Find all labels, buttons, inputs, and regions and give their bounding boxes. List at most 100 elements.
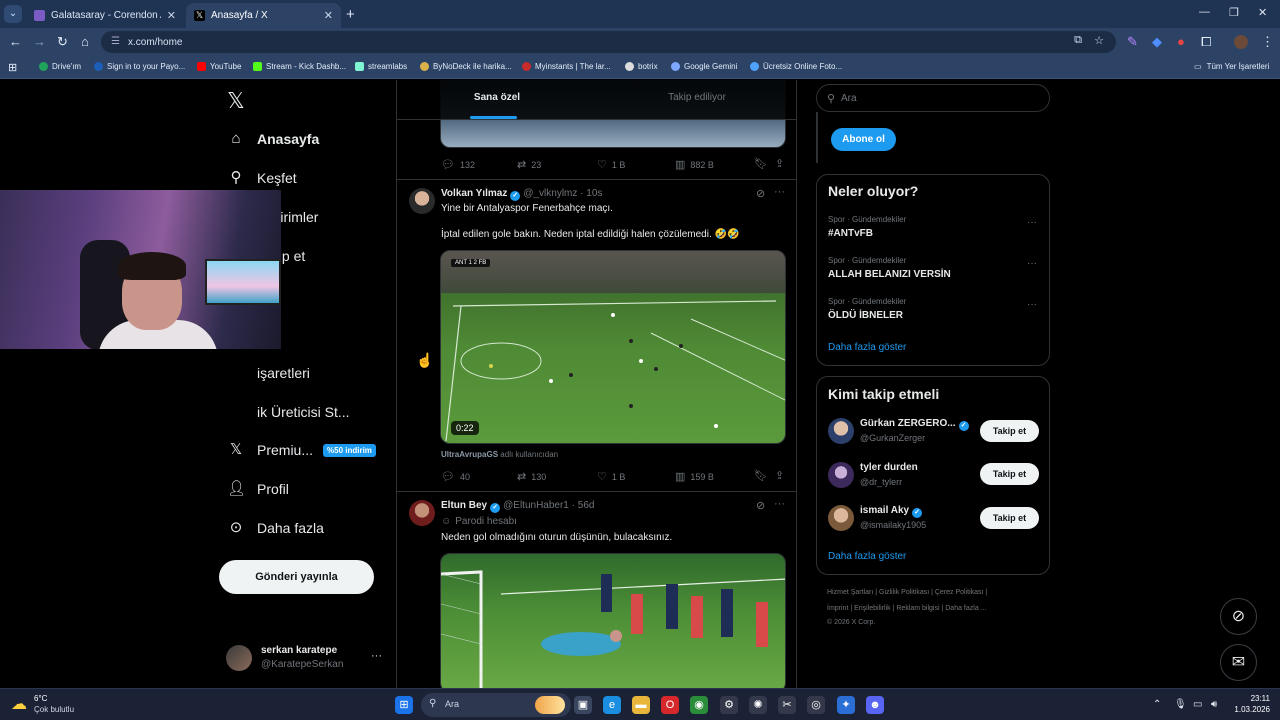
follow-button[interactable]: Takip et [980,463,1039,485]
nav-bookmarks[interactable]: işaretleri [227,364,310,382]
trend-more-icon[interactable]: ··· [1027,217,1037,228]
reply-button[interactable]: 💬︎ 132 [441,158,475,171]
tray-chevron-icon[interactable]: ⌃ [1153,699,1161,710]
subscribe-button[interactable]: Abone ol [831,128,896,151]
trends-show-more[interactable]: Daha fazla göster [828,342,906,353]
bookmark-item[interactable]: YouTube [197,62,241,71]
taskbar-search[interactable]: ⚲ Ara [421,693,571,717]
suggestion-name[interactable]: Gürkan ZERGERO... ✓ [860,418,972,431]
microphone-icon[interactable]: 🎙︎ [1174,699,1187,710]
bookmark-button[interactable]: 🔖︎ [754,157,773,170]
nav-profile[interactable]: 👤︎ Profil [227,480,289,498]
post-button[interactable]: Gönderi yayınla [219,560,374,594]
apps-grid-icon[interactable]: ⊞ [8,61,17,74]
app-icon[interactable]: ✦ [837,696,855,714]
like-button[interactable]: ♡ 1 B [597,158,625,171]
bookmark-item[interactable]: Ücretsiz Online Foto... [750,62,842,71]
bookmark-item[interactable]: Drive'ım [39,62,81,71]
post-image[interactable] [440,553,786,688]
x-logo-icon[interactable]: 𝕏 [227,88,245,114]
weather-icon[interactable]: ☁ [11,694,27,714]
close-tab-icon[interactable]: ✕ [324,9,333,22]
bookmark-button[interactable]: 🔖︎ [754,469,773,482]
all-bookmarks[interactable]: ▭ Tüm Yer İşaretleri [1194,62,1269,71]
trend-name[interactable]: #ANTvFB [828,228,873,239]
messages-fab-icon[interactable]: ✉ [1220,644,1257,681]
profile-avatar[interactable] [1234,35,1248,49]
display-icon[interactable]: ▭ [1193,699,1202,710]
bookmark-item[interactable]: Sign in to your Payo... [94,62,185,71]
weather-desc[interactable]: Çok bulutlu [34,705,74,714]
file-explorer-icon[interactable]: ▬ [632,696,650,714]
bookmark-item[interactable]: Google Gemini [671,62,737,71]
suggestion-avatar[interactable] [828,418,854,444]
chrome-icon[interactable]: ◉ [690,696,708,714]
like-button[interactable]: ♡ 1 B [597,470,625,483]
reply-button[interactable]: 💬︎ 40 [441,470,470,483]
who-to-follow-show-more[interactable]: Daha fazla göster [828,551,906,562]
share-button[interactable]: ⇪ [775,157,789,170]
trend-name[interactable]: ÖLDÜ İBNELER [828,310,903,321]
menu-kebab-icon[interactable]: ⋮ [1261,34,1274,50]
post-video[interactable]: ANT 1 2 FB 0:22 [440,250,786,444]
suggestion-name[interactable]: tyler durden [860,462,918,473]
new-tab-button[interactable]: + [346,6,355,23]
discord-icon[interactable]: ☻ [866,696,884,714]
bookmark-item[interactable]: ByNoDeck ile harika... [420,62,512,71]
install-app-icon[interactable]: ⧉ [1074,34,1082,47]
bookmark-item[interactable]: Myinstants | The lar... [522,62,611,71]
suggestion-avatar[interactable] [828,462,854,488]
chatgpt-icon[interactable]: ✺ [749,696,767,714]
nav-explore[interactable]: ⚲ Keşfet [227,169,297,187]
clock-time[interactable]: 23:11 [1232,694,1270,703]
repost-button[interactable]: ⇄ 130 [517,470,546,483]
site-info-icon[interactable]: ☰ [111,36,120,47]
forward-button[interactable]: → [33,34,46,49]
footer-links[interactable]: İmprint | Erişilebilirlik | Reklam bilgi… [827,605,987,612]
back-button[interactable]: ← [9,34,22,49]
account-name[interactable]: serkan karatepe [261,645,337,656]
search-box[interactable]: ⚲ Ara [816,84,1050,112]
volume-icon[interactable]: 🔊︎ [1211,699,1217,710]
grok-fab-icon[interactable]: ⊘ [1220,598,1257,635]
account-more-icon[interactable]: ··· [371,650,382,662]
account-avatar[interactable] [226,645,252,671]
suggestion-name[interactable]: ismail Aky ✓ [860,505,925,518]
close-tab-icon[interactable]: ✕ [167,9,176,22]
tab-for-you[interactable]: Sana özel [397,92,597,103]
video-attribution[interactable]: UltraAvrupaGS adlı kullanıcıdan [441,450,558,459]
start-windows-icon[interactable]: ⊞ [395,696,413,714]
repost-button[interactable]: ⇄ 23 [517,158,541,171]
settings-icon[interactable]: ⚙ [720,696,738,714]
post-author[interactable]: Eltun Bey ✓ @EltunHaber1 · 56d [441,500,594,513]
nav-home[interactable]: ⌂ Anasayfa [227,130,319,148]
nav-more[interactable]: ⊙ Daha fazla [227,519,324,537]
clock-date[interactable]: 1.03.2026 [1225,705,1270,714]
post-avatar[interactable] [409,188,435,214]
tab-galatasaray[interactable]: Galatasaray - Corendon Alanya ✕ [26,3,184,28]
url-bar[interactable]: ☰ x.com/home ⧉ ☆ [101,31,1116,53]
bookmark-item[interactable]: streamlabs [355,62,407,71]
nav-premium[interactable]: 𝕏 Premiu... %50 indirim [227,441,376,459]
bookmark-item[interactable]: botrix [625,62,658,71]
capcut-icon[interactable]: ✂ [778,696,796,714]
nav-creator-studio[interactable]: ik Üreticisi St... [227,403,350,421]
edge-icon[interactable]: e [603,696,621,714]
trend-name[interactable]: ALLAH BELANIZI VERSİN [828,269,951,280]
extensions-puzzle-icon[interactable]: ⧠ [1201,34,1211,50]
extension-icon[interactable]: ◆ [1152,34,1162,50]
bookmark-item[interactable]: Stream - Kick Dashb... [253,62,346,71]
post-avatar[interactable] [409,500,435,526]
extension-icon[interactable]: ✎ [1127,34,1138,50]
tab-x-home[interactable]: 𝕏 Anasayfa / X ✕ [186,3,341,28]
views-button[interactable]: ▥ 159 B [675,470,714,483]
follow-button[interactable]: Takip et [980,420,1039,442]
tab-following[interactable]: Takip ediliyor [597,92,797,103]
grok-icon[interactable]: ⊘ [756,499,765,512]
tab-search-button[interactable]: ⌄ [4,5,22,23]
share-button[interactable]: ⇪ [775,469,789,482]
follow-button[interactable]: Takip et [980,507,1039,529]
post-author[interactable]: Volkan Yılmaz ✓ @_vlknylmz · 10s [441,188,602,201]
post-more-icon[interactable]: ··· [774,498,785,510]
grok-icon[interactable]: ⊘ [756,187,765,200]
